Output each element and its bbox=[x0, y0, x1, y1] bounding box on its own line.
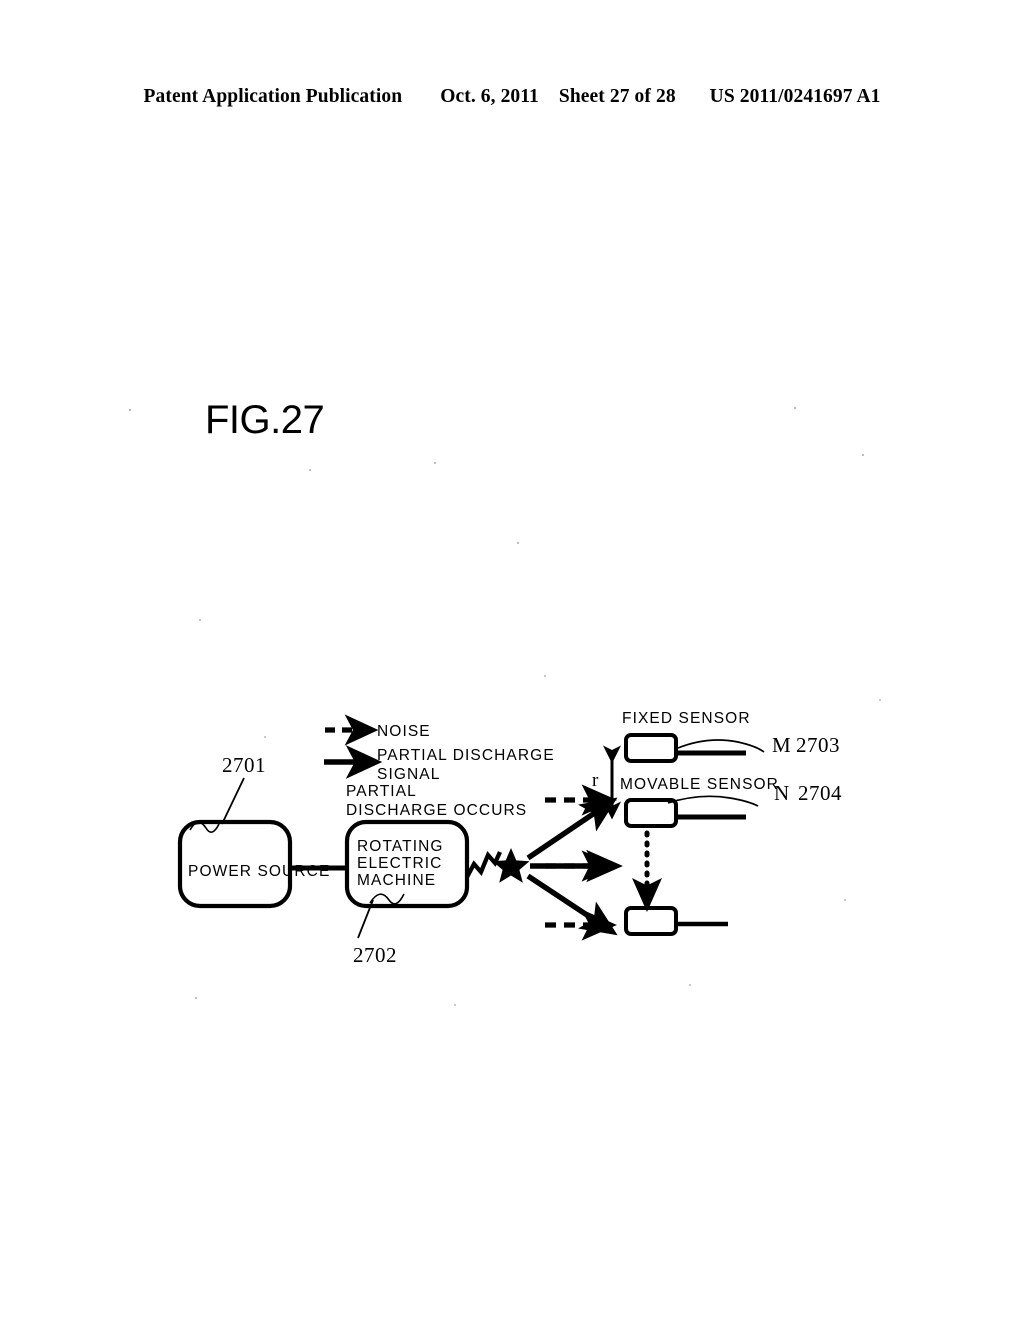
figure-diagram: NOISE PARTIAL DISCHARGE SIGNAL PARTIAL D… bbox=[0, 0, 1024, 1320]
distance-label: r bbox=[592, 770, 599, 791]
ref-n-label: N bbox=[774, 781, 790, 805]
scan-specks bbox=[128, 406, 881, 1006]
legend-signal-label-line1: PARTIAL DISCHARGE bbox=[377, 747, 555, 764]
ref-m-label: M bbox=[772, 733, 791, 757]
moved-sensor-box bbox=[624, 906, 678, 936]
movable-sensor-label: MOVABLE SENSOR bbox=[620, 776, 779, 793]
machine-label-line3: MACHINE bbox=[357, 872, 436, 889]
ref-2701-label: 2701 bbox=[222, 753, 266, 777]
machine-label-line1: ROTATING bbox=[357, 838, 444, 855]
lightning-zigzag-icon bbox=[465, 850, 502, 879]
ref-2702-leader bbox=[357, 893, 405, 939]
ref-2704-leader bbox=[667, 795, 759, 807]
ref-2704-label: 2704 bbox=[798, 781, 842, 805]
discharge-note-line2: DISCHARGE OCCURS bbox=[346, 802, 527, 819]
ref-2703-label: 2703 bbox=[796, 733, 840, 757]
legend-noise-label: NOISE bbox=[377, 723, 431, 740]
ref-2703-leader bbox=[677, 739, 765, 753]
machine-label-line2: ELECTRIC bbox=[357, 855, 442, 872]
ref-2702-label: 2702 bbox=[353, 943, 397, 967]
legend-signal-label-line2: SIGNAL bbox=[377, 766, 440, 783]
movable-sensor-box bbox=[624, 798, 678, 828]
discharge-note-line1: PARTIAL bbox=[346, 783, 417, 800]
fixed-sensor-label: FIXED SENSOR bbox=[622, 710, 751, 727]
fixed-sensor-box bbox=[624, 733, 678, 763]
